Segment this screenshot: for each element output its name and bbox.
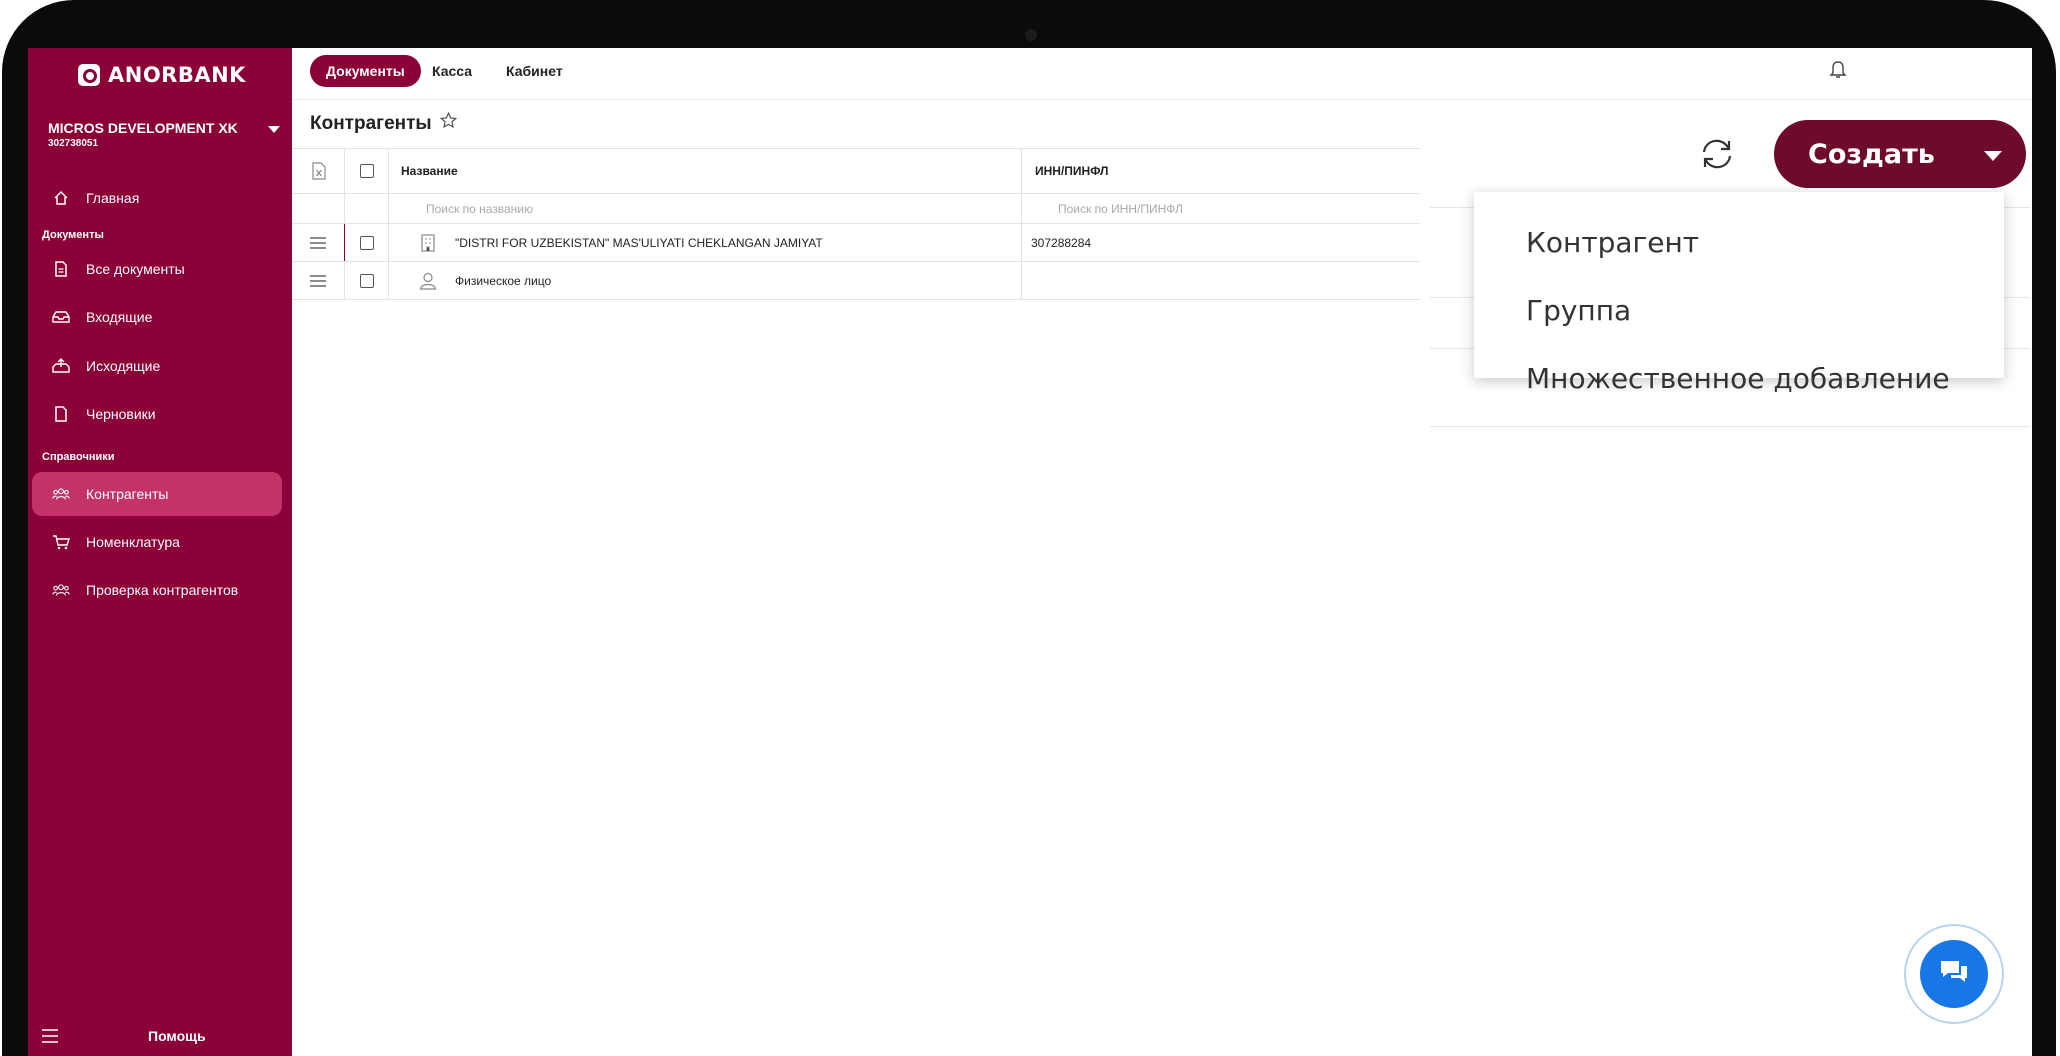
- help-label: Помощь: [148, 1028, 206, 1044]
- sidebar-item-label: Черновики: [86, 406, 156, 422]
- device-frame: ANORBANK MICROS DEVELOPMENT XK 302738051…: [0, 0, 2060, 1056]
- company-id: 302738051: [48, 138, 99, 149]
- refresh-icon[interactable]: [1698, 135, 1736, 178]
- sidebar-item-label: Контрагенты: [86, 486, 169, 502]
- sidebar-item-counterparties[interactable]: Контрагенты: [32, 472, 282, 516]
- create-button[interactable]: Создать: [1774, 120, 2026, 188]
- cart-icon: [52, 533, 70, 551]
- page-title-text: Контрагенты: [310, 112, 432, 134]
- table-row[interactable]: "DISTRI FOR UZBEKISTAN" MAS'ULIYATI CHEK…: [292, 224, 1420, 262]
- table-row[interactable]: Физическое лицо: [292, 262, 1420, 300]
- home-icon: [52, 189, 70, 207]
- row-checkbox[interactable]: [360, 273, 374, 288]
- company-name: MICROS DEVELOPMENT XK: [48, 120, 238, 136]
- brand-logo[interactable]: ANORBANK: [78, 60, 246, 90]
- sidebar-item-drafts[interactable]: Черновики: [32, 392, 282, 436]
- create-button-label: Создать: [1808, 139, 1935, 170]
- sidebar-item-label: Номенклатура: [86, 534, 180, 550]
- sidebar-item-home[interactable]: Главная: [32, 176, 282, 220]
- column-header-name[interactable]: Название: [401, 149, 458, 193]
- inn-search-input[interactable]: Поиск по ИНН/ПИНФЛ: [1058, 194, 1183, 223]
- top-bar: Документы Касса Кабинет: [292, 48, 2032, 100]
- sidebar-item-label: Входящие: [86, 309, 153, 325]
- menu-item-group[interactable]: Группа: [1526, 294, 1631, 327]
- sidebar-item-check-counterparties[interactable]: Проверка контрагентов: [32, 568, 282, 612]
- select-all-checkbox[interactable]: [360, 164, 374, 178]
- sidebar-item-all-documents[interactable]: Все документы: [32, 247, 282, 291]
- menu-item-counterparty[interactable]: Контрагент: [1526, 226, 1699, 259]
- tab-documents[interactable]: Документы: [310, 55, 421, 87]
- row-name: "DISTRI FOR UZBEKISTAN" MAS'ULIYATI CHEK…: [455, 235, 823, 250]
- users-icon: [52, 485, 70, 503]
- inbox-icon: [52, 308, 70, 326]
- sidebar-item-label: Исходящие: [86, 358, 161, 374]
- help-bar[interactable]: Помощь: [28, 1016, 292, 1056]
- table-filter-row: Поиск по названию Поиск по ИНН/ПИНФЛ: [292, 194, 1420, 224]
- menu-item-bulk-add[interactable]: Множественное добавление: [1526, 362, 1950, 395]
- row-name: Физическое лицо: [455, 273, 552, 288]
- page-title: Контрагенты: [310, 111, 457, 135]
- sidebar: ANORBANK MICROS DEVELOPMENT XK 302738051…: [28, 48, 292, 1056]
- sidebar-item-label: Проверка контрагентов: [86, 582, 239, 598]
- sidebar-item-label: Все документы: [86, 261, 185, 277]
- excel-export-icon[interactable]: [312, 149, 326, 193]
- logo-text: ANORBANK: [108, 63, 246, 87]
- chat-button[interactable]: [1920, 940, 1988, 1008]
- sidebar-item-outgoing[interactable]: Исходящие: [32, 344, 282, 388]
- logo-mark-icon: [78, 64, 100, 86]
- section-label-documents: Документы: [42, 229, 104, 241]
- drag-handle-icon[interactable]: [310, 262, 326, 299]
- bell-icon[interactable]: [1829, 59, 1847, 84]
- drag-handle-icon[interactable]: [310, 224, 326, 261]
- table-header-row: Название ИНН/ПИНФЛ: [292, 148, 1420, 194]
- section-label-references: Справочники: [42, 451, 115, 463]
- outbox-icon: [52, 357, 70, 375]
- caret-down-icon: [268, 126, 280, 133]
- caret-down-icon[interactable]: [1984, 151, 2002, 161]
- company-selector[interactable]: MICROS DEVELOPMENT XK 302738051: [48, 120, 284, 149]
- name-search-input[interactable]: Поиск по названию: [426, 194, 533, 223]
- users-icon: [52, 581, 70, 599]
- camera-dot: [1025, 29, 1037, 41]
- column-header-inn[interactable]: ИНН/ПИНФЛ: [1035, 149, 1108, 193]
- sidebar-item-label: Главная: [86, 190, 140, 206]
- building-icon: [421, 224, 435, 261]
- sidebar-item-incoming[interactable]: Входящие: [32, 295, 282, 339]
- chat-icon: [1939, 958, 1969, 991]
- tab-cash[interactable]: Касса: [416, 55, 488, 87]
- row-inn: 307288284: [1031, 235, 1092, 250]
- draft-icon: [52, 405, 70, 423]
- tab-cabinet[interactable]: Кабинет: [490, 55, 579, 87]
- create-dropdown-menu: Контрагент Группа Множественное добавлен…: [1474, 192, 2004, 395]
- sidebar-item-nomenclature[interactable]: Номенклатура: [32, 520, 282, 564]
- menu-icon[interactable]: [42, 1029, 58, 1048]
- person-icon: [419, 262, 437, 299]
- document-icon: [52, 260, 70, 278]
- row-checkbox[interactable]: [360, 235, 374, 250]
- star-icon[interactable]: [439, 111, 457, 135]
